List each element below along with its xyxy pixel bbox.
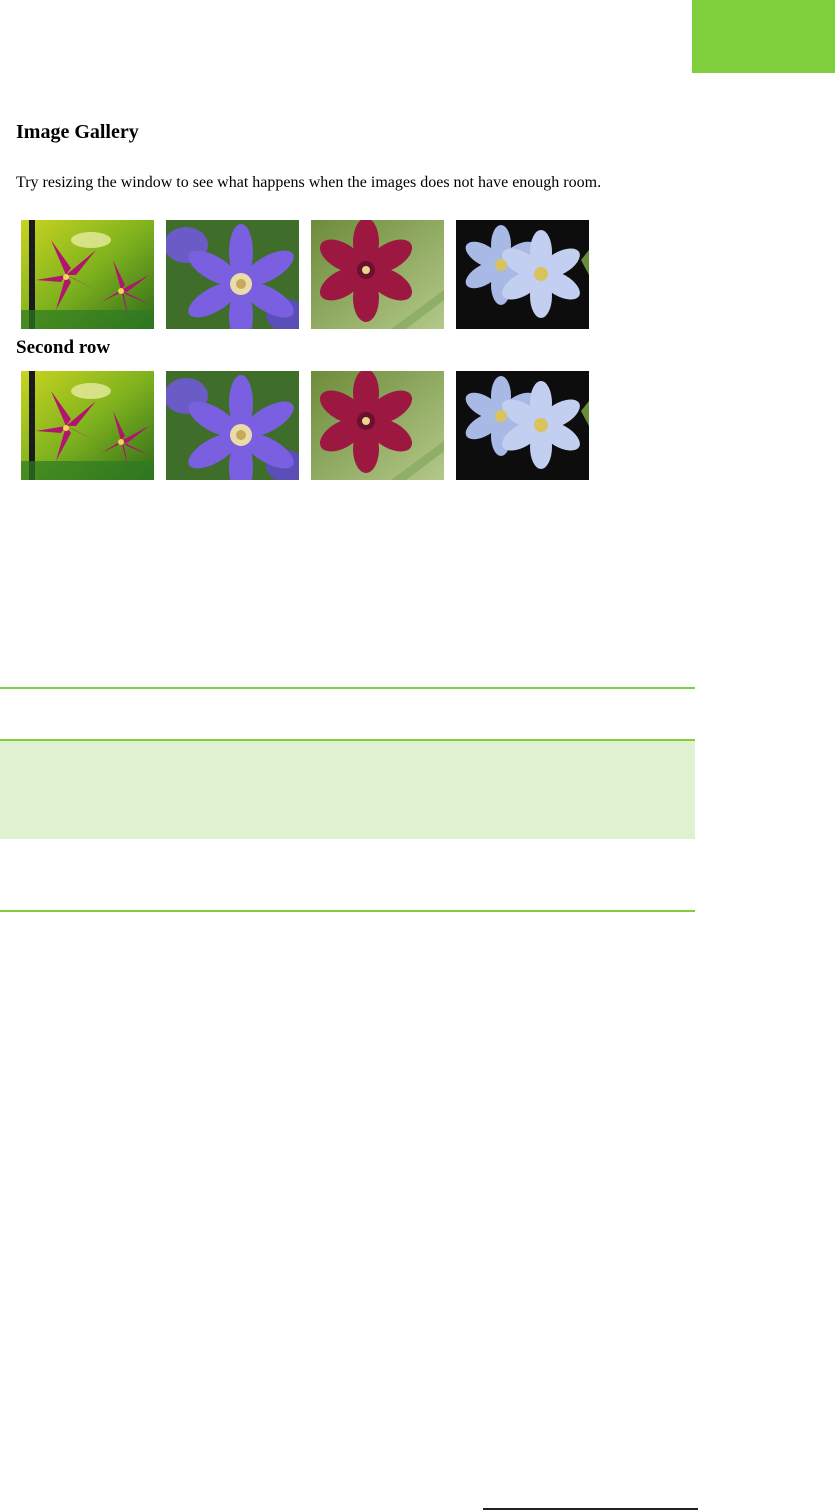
purple-clematis-flower-image [166, 220, 299, 329]
divider-line [0, 910, 695, 912]
pink-lily-flower-image [21, 371, 154, 480]
gallery-row-2 [21, 371, 589, 480]
green-header-block [692, 0, 835, 73]
divider-line [0, 687, 695, 689]
red-clematis-flower-image [311, 220, 444, 329]
intro-text: Try resizing the window to see what happ… [16, 174, 602, 191]
gallery-row-1 [21, 220, 589, 329]
purple-clematis-flower-image [166, 371, 299, 480]
pale-blue-clematis-flower-image [456, 220, 589, 329]
note-box [0, 739, 695, 839]
page: Image Gallery Try resizing the window to… [0, 0, 835, 1510]
red-clematis-flower-image [311, 371, 444, 480]
pale-blue-clematis-flower-image [456, 371, 589, 480]
page-title: Image Gallery [16, 121, 139, 143]
pink-lily-flower-image [21, 220, 154, 329]
second-row-label: Second row [16, 337, 111, 358]
